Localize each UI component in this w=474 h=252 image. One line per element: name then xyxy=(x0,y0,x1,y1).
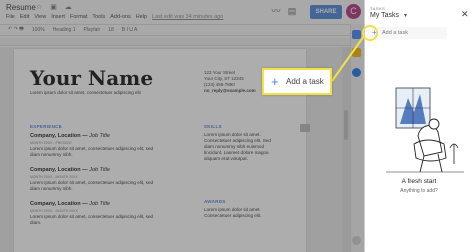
close-icon[interactable]: ✕ xyxy=(461,9,469,20)
task-list-select[interactable]: My Tasks xyxy=(370,12,399,19)
empty-state-illustration xyxy=(386,87,464,173)
empty-state-subtitle: Anything to add? xyxy=(400,188,438,194)
tasks-header: TASKS xyxy=(370,6,386,11)
chevron-down-icon[interactable]: ▾ xyxy=(404,12,407,19)
add-task-callout[interactable]: + Add a task xyxy=(262,68,332,95)
callout-label: Add a task xyxy=(286,77,324,86)
empty-state-title: A fresh start xyxy=(401,178,437,185)
dim-overlay xyxy=(0,0,364,252)
add-task-button[interactable]: + Add a task xyxy=(368,27,447,39)
highlight-ring xyxy=(362,25,378,41)
plus-icon: + xyxy=(271,74,279,89)
add-task-placeholder: Add a task xyxy=(382,30,408,36)
